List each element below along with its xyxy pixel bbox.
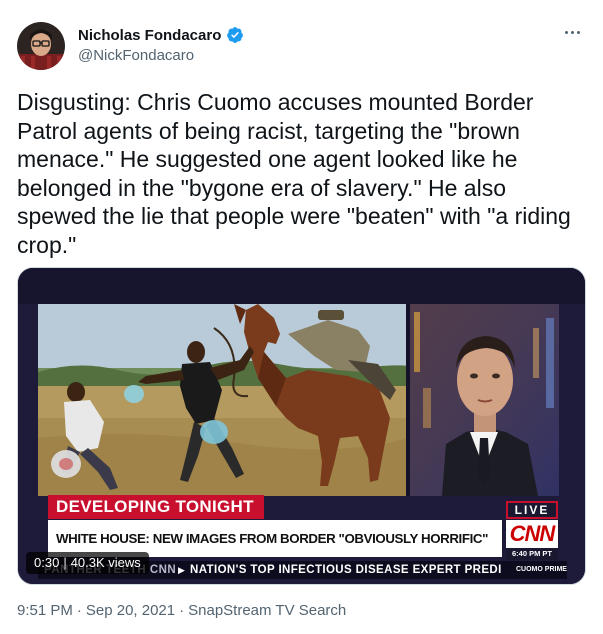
- author-handle[interactable]: @NickFondacaro: [78, 47, 194, 64]
- tweet-card: Nicholas Fondacaro @NickFondacaro Disgus…: [0, 0, 603, 634]
- ticker-arrow-icon: ▶: [178, 565, 185, 575]
- meta-separator: ·: [179, 602, 185, 619]
- cnn-logo-text: CNN: [509, 521, 556, 546]
- chyron-label: DEVELOPING TONIGHT: [48, 495, 264, 519]
- avatar[interactable]: [17, 22, 65, 70]
- tweet-date[interactable]: Sep 20, 2021: [86, 602, 175, 619]
- video-duration: 0:30: [34, 555, 60, 570]
- verified-badge-icon: [227, 27, 244, 43]
- meta-separator: ·: [76, 602, 82, 619]
- video-player[interactable]: DEVELOPING TONIGHT WHITE HOUSE: NEW IMAG…: [17, 267, 586, 585]
- video-stats-pill[interactable]: 0:30 | 40.3K views: [26, 552, 149, 574]
- avatar-image: [17, 22, 65, 70]
- more-horizontal-icon[interactable]: [559, 22, 585, 42]
- author-name-row: Nicholas Fondacaro: [78, 26, 244, 44]
- show-name: CUOMO PRIME TIME: [516, 563, 567, 577]
- tweet-meta: 9:51 PM · Sep 20, 2021 · SnapStream TV S…: [17, 602, 346, 619]
- tweet-time[interactable]: 9:51 PM: [17, 602, 73, 619]
- ticker-text: NATION'S TOP INFECTIOUS DISEASE EXPERT P…: [190, 564, 502, 576]
- author-display-name[interactable]: Nicholas Fondacaro: [78, 27, 221, 44]
- network-logo: CNN: [506, 520, 558, 548]
- tweet-source[interactable]: SnapStream TV Search: [188, 602, 346, 619]
- stats-separator: |: [63, 555, 67, 570]
- broadcast-time: 6:40 PM PT: [506, 548, 558, 560]
- video-view-count: 40.3K views: [70, 555, 141, 570]
- live-badge: LIVE: [506, 501, 558, 519]
- tweet-text: Disgusting: Chris Cuomo accuses mounted …: [17, 89, 571, 258]
